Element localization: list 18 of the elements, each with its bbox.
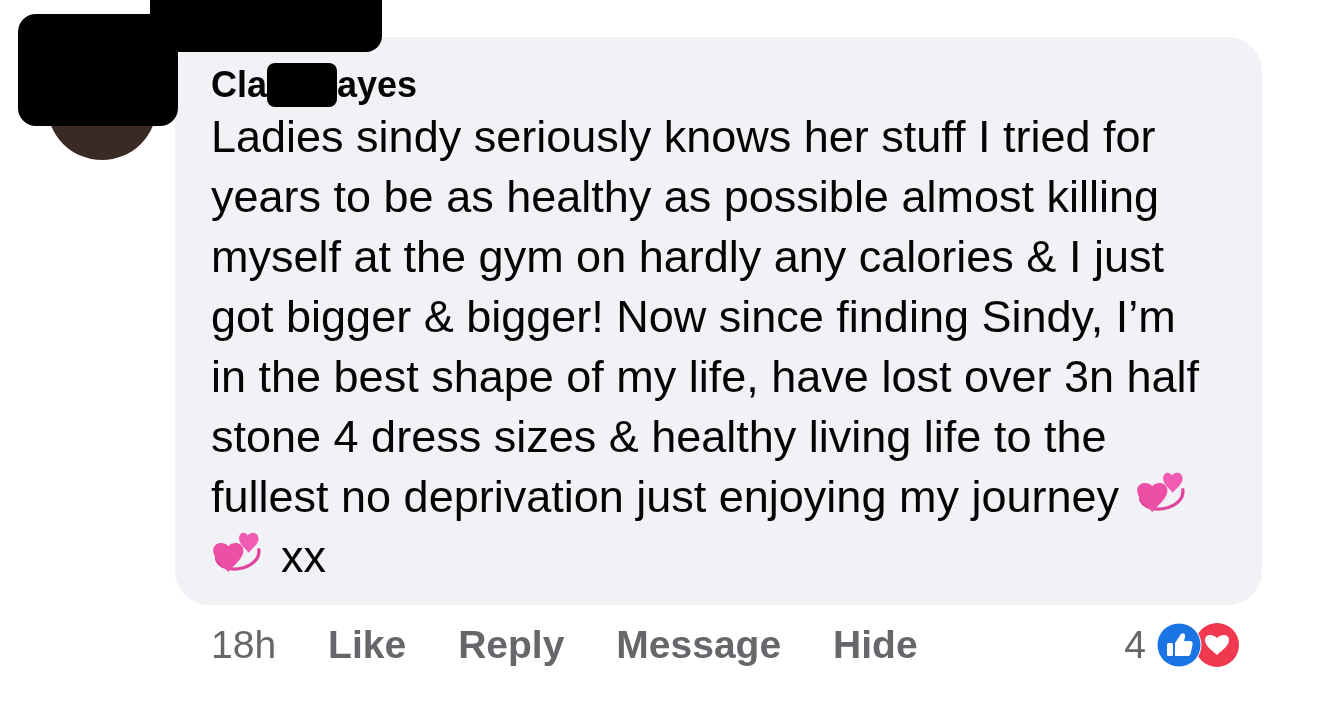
author-name[interactable]: ayes	[337, 58, 418, 112]
reaction-count: 4	[1124, 621, 1146, 668]
comment-text: in the best shape of my life, have lost over 3n half	[211, 350, 1200, 405]
comment-text: myself at the gym on hardly any calories & I just	[211, 230, 1164, 285]
comment-text: got bigger & bigger! Now since finding Sindy, I’m	[211, 290, 1176, 345]
action-link[interactable]: Like	[328, 615, 407, 675]
action-link[interactable]: Hide	[833, 615, 918, 675]
comment-text: xx	[281, 530, 326, 585]
comment-text: stone 4 dress sizes & healthy living life to the	[211, 410, 1107, 465]
author-name[interactable]: Cla	[211, 58, 268, 112]
redaction-scribble	[267, 63, 338, 107]
thumbs-up-icon	[1156, 622, 1202, 668]
comment-text: years to be as healthy as possible almost killing	[211, 170, 1159, 225]
action-link[interactable]: Message	[616, 615, 782, 675]
comment-text: fullest no deprivation just enjoying my journey	[211, 470, 1119, 525]
comment-text: Ladies sindy seriously knows her stuff I tried for	[211, 110, 1156, 165]
timestamp: 18h	[211, 621, 277, 668]
action-link[interactable]: Reply	[458, 615, 565, 675]
